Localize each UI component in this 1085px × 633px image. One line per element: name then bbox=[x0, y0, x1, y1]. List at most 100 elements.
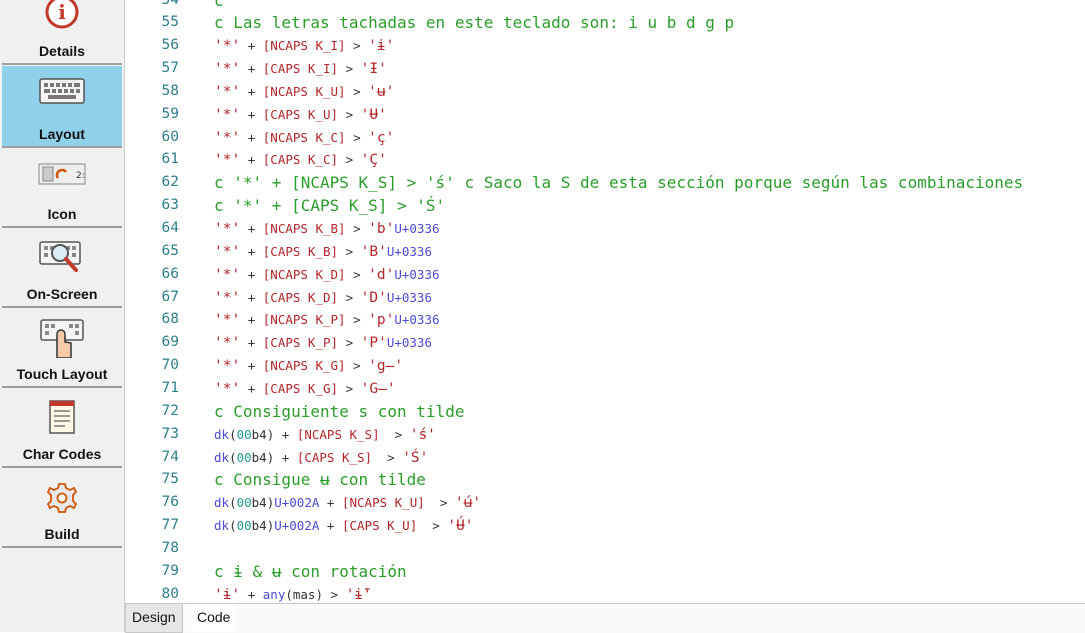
code-token: ( bbox=[229, 449, 237, 465]
code-text: '*' + [NCAPS K_D] > 'd'U+0336 bbox=[214, 263, 440, 287]
code-token: '*' bbox=[214, 335, 241, 352]
code-token: '*' bbox=[214, 266, 241, 283]
code-token: '*' bbox=[214, 38, 241, 55]
code-token: 'g̶' bbox=[368, 358, 404, 375]
line-number: 69 bbox=[161, 334, 179, 351]
code-text: c '*' + [CAPS K_S] > 'Ś' bbox=[214, 194, 445, 219]
code-token: > bbox=[338, 335, 361, 351]
code-token: '*' bbox=[214, 380, 241, 397]
code-token: '*' bbox=[214, 243, 241, 260]
code-token: c Consiguiente s con tilde bbox=[214, 401, 465, 421]
code-token: [NCAPS K_I] bbox=[262, 38, 346, 54]
code-token: U+0336 bbox=[394, 266, 440, 282]
code-token: 'Ʉ́' bbox=[447, 518, 474, 535]
sidebar-item-icon[interactable]: 2: Icon bbox=[2, 150, 122, 228]
code-token: + bbox=[240, 266, 263, 282]
code-token: U+0336 bbox=[386, 243, 432, 259]
code-token: + bbox=[240, 289, 263, 305]
line-number: 60 bbox=[161, 128, 179, 145]
sidebar: i Details Layout 2: Icon On-Screen Touch… bbox=[0, 0, 125, 632]
code-token: + bbox=[240, 38, 263, 54]
sidebar-item-char-codes[interactable]: Char Codes bbox=[2, 388, 122, 468]
code-text: '*' + [CAPS K_D] > 'D'U+0336 bbox=[214, 286, 432, 310]
code-token: 'ś' bbox=[409, 426, 436, 443]
line-number: 71 bbox=[161, 379, 179, 396]
sidebar-item-on-screen[interactable]: On-Screen bbox=[2, 228, 122, 308]
code-token: b4) + bbox=[251, 449, 297, 465]
code-token: > bbox=[338, 61, 361, 77]
sidebar-item-label: Details bbox=[39, 43, 85, 59]
code-token: [NCAPS K_P] bbox=[262, 312, 346, 328]
code-text: dk(00b4)U+002A + [CAPS K_U] > 'Ʉ́' bbox=[214, 514, 474, 538]
code-token: [NCAPS K_C] bbox=[262, 129, 346, 145]
code-token: U+0336 bbox=[386, 335, 432, 351]
line-number: 72 bbox=[161, 402, 179, 419]
code-token: + bbox=[319, 495, 342, 511]
code-token: 'B' bbox=[360, 243, 387, 260]
code-token: '*' bbox=[214, 129, 241, 146]
code-token: 'ʉ́' bbox=[454, 495, 482, 512]
code-token: U+002A bbox=[274, 518, 320, 534]
line-number: 63 bbox=[161, 197, 179, 214]
code-token: + bbox=[240, 335, 263, 351]
code-token: > bbox=[338, 289, 361, 305]
code-text: '*' + [NCAPS K_U] > 'ʉ' bbox=[214, 80, 394, 104]
line-number: 61 bbox=[161, 151, 179, 168]
sidebar-item-build[interactable]: Build bbox=[2, 468, 122, 548]
tab-design[interactable]: Design bbox=[125, 604, 183, 633]
sidebar-item-layout[interactable]: Layout bbox=[2, 66, 122, 148]
code-token: 00 bbox=[236, 518, 252, 534]
code-token: 'Ś' bbox=[402, 449, 429, 466]
code-token: > bbox=[338, 243, 361, 259]
tab-code[interactable]: Code bbox=[191, 604, 237, 632]
code-token: ( bbox=[229, 518, 237, 534]
code-token: c ɨ & ʉ con rotación bbox=[214, 561, 407, 581]
code-text: '*' + [CAPS K_I] > 'Ɨ' bbox=[214, 57, 387, 81]
code-text: '*' + [NCAPS K_P] > 'p'U+0336 bbox=[214, 308, 440, 332]
code-token: > bbox=[338, 152, 361, 168]
line-number: 64 bbox=[161, 220, 179, 236]
code-token: c '*' + [CAPS K_S] > 'Ś' bbox=[214, 196, 446, 216]
code-text: '*' + [CAPS K_U] > 'Ʉ' bbox=[214, 103, 387, 127]
sidebar-item-touch-layout[interactable]: Touch Layout bbox=[2, 308, 122, 388]
code-token: ( bbox=[229, 495, 237, 511]
code-token: '*' bbox=[214, 152, 241, 169]
code-token: 'ɨ̃' bbox=[345, 586, 372, 603]
code-token: + bbox=[240, 312, 263, 328]
code-editor[interactable]: 54 c 55 c Las letras tachadas en este tecla… bbox=[125, 0, 1085, 603]
code-token: + bbox=[319, 518, 342, 534]
code-token: '*' bbox=[214, 106, 241, 123]
code-token: U+002A bbox=[274, 495, 320, 511]
code-token: b4) bbox=[251, 518, 275, 534]
sidebar-item-details[interactable]: i Details bbox=[2, 0, 122, 65]
code-token: U+0336 bbox=[386, 289, 432, 305]
sidebar-item-label: On-Screen bbox=[26, 286, 98, 302]
line-number: 67 bbox=[161, 288, 179, 305]
code-token: [CAPS K_B] bbox=[262, 243, 339, 259]
code-token: c bbox=[214, 0, 224, 10]
line-number: 76 bbox=[161, 494, 179, 511]
code-token: > bbox=[338, 106, 361, 122]
code-text: dk(00b4)U+002A + [NCAPS K_U] > 'ʉ́' bbox=[214, 491, 481, 515]
code-token: [CAPS K_U] bbox=[341, 518, 418, 534]
line-number: 59 bbox=[161, 105, 179, 122]
code-token: + bbox=[240, 152, 263, 168]
code-token: 'Ç' bbox=[360, 152, 387, 169]
code-token: c Las letras tachadas en este teclado so… bbox=[214, 13, 735, 33]
line-number: 58 bbox=[161, 82, 179, 99]
code-token: '*' bbox=[214, 312, 241, 329]
svg-text:i: i bbox=[58, 0, 66, 24]
code-token: > bbox=[345, 221, 369, 236]
sidebar-item-label: Icon bbox=[47, 206, 77, 222]
code-token: 'b' bbox=[368, 221, 395, 237]
code-token: + bbox=[240, 358, 263, 374]
icon-editor-icon: 2: bbox=[38, 162, 86, 191]
code-token: [CAPS K_S] bbox=[296, 449, 373, 465]
keyboard-icon bbox=[39, 78, 85, 109]
code-token: 'd' bbox=[368, 266, 395, 283]
code-token: + bbox=[240, 61, 263, 77]
line-number: 55 bbox=[161, 14, 179, 31]
code-token: b4) bbox=[251, 495, 275, 511]
line-number: 73 bbox=[161, 425, 179, 442]
editor-tabs: Design Code bbox=[125, 603, 1085, 633]
